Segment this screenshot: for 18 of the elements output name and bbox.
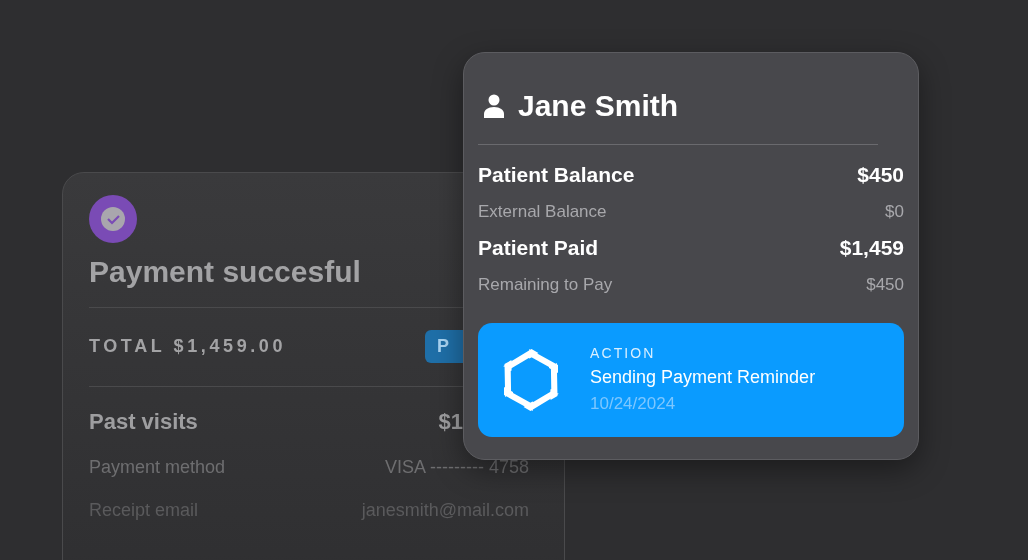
past-visits-label: Past visits	[89, 407, 198, 436]
action-title: Sending Payment Reminder	[590, 366, 816, 390]
action-date: 10/24/2024	[590, 393, 677, 416]
past-visits-amount: $1	[438, 407, 463, 436]
balance-value: $0	[885, 200, 904, 223]
balance-label: External Balance	[478, 200, 607, 223]
payment-title: Payment succesful	[89, 254, 361, 290]
patient-name: Jane Smith	[518, 88, 679, 124]
balance-value: $1,459	[839, 235, 904, 261]
total-amount: TOTAL $1,459.00	[89, 335, 287, 358]
person-icon	[484, 93, 504, 118]
balance-label: Remaining to Pay	[478, 273, 613, 296]
balance-label: Patient Balance	[478, 162, 635, 188]
balance-value: $450	[866, 273, 904, 296]
balance-value: $450	[857, 162, 904, 188]
detail-label: Payment method	[89, 455, 226, 479]
action-label: ACTION	[590, 344, 657, 364]
balance-label: Patient Paid	[478, 235, 599, 261]
